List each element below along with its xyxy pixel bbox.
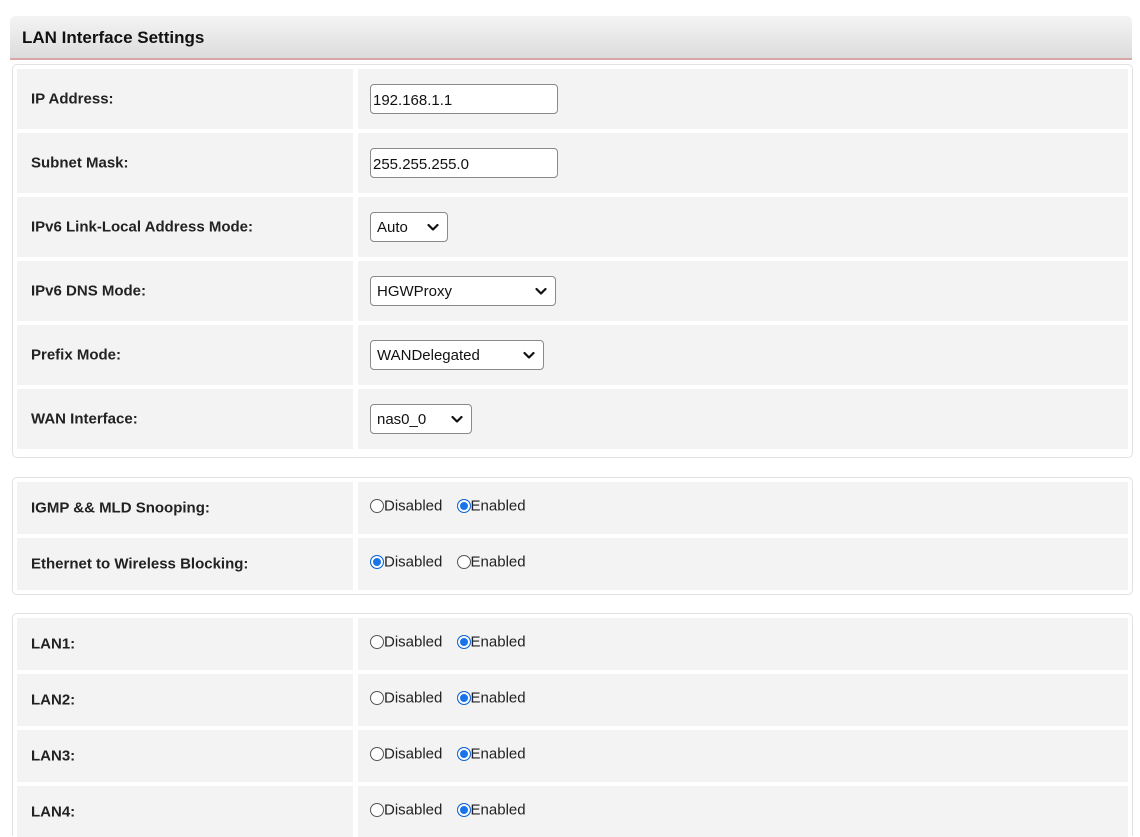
lan3-disabled-radio[interactable]: Disabled	[370, 745, 442, 763]
eth-wireless-blocking-row: Ethernet to Wireless Blocking: Disabled …	[13, 538, 1132, 590]
ip-address-label: IP Address:	[31, 90, 114, 108]
lan3-label: LAN3:	[31, 747, 76, 765]
chevron-down-icon	[451, 415, 463, 423]
prefix-mode-row: Prefix Mode: WANDelegated	[13, 325, 1132, 385]
section-header: LAN Interface Settings	[10, 16, 1132, 60]
subnet-mask-label: Subnet Mask:	[31, 154, 129, 172]
eth-wireless-blocking-disabled-radio[interactable]: Disabled	[370, 553, 442, 571]
igmp-mld-disabled-radio[interactable]: Disabled	[370, 497, 442, 515]
wan-interface-row: WAN Interface: nas0_0	[13, 389, 1132, 449]
prefix-mode-value: WANDelegated	[377, 347, 480, 364]
lan1-radio-group: Disabled Enabled	[370, 633, 536, 655]
eth-wireless-blocking-enabled-radio[interactable]: Enabled	[456, 553, 526, 571]
ipv6-link-local-label: IPv6 Link-Local Address Mode:	[31, 218, 253, 236]
lan2-enabled-radio[interactable]: Enabled	[456, 689, 526, 707]
ipv6-dns-label: IPv6 DNS Mode:	[31, 282, 147, 300]
lan4-row: LAN4: Disabled Enabled	[13, 786, 1132, 837]
igmp-mld-radio-group: Disabled Enabled	[370, 497, 536, 519]
lan2-row: LAN2: Disabled Enabled	[13, 674, 1132, 726]
lan4-enabled-radio[interactable]: Enabled	[456, 801, 526, 818]
ipv6-link-local-select[interactable]: Auto	[370, 212, 448, 242]
lan2-label: LAN2:	[31, 691, 76, 709]
ip-address-input[interactable]	[370, 84, 558, 114]
ipv6-link-local-row: IPv6 Link-Local Address Mode: Auto	[13, 197, 1132, 257]
snooping-section: IGMP && MLD Snooping: Disabled Enabled E…	[12, 477, 1133, 595]
chevron-down-icon	[427, 223, 439, 231]
lan4-radio-group: Disabled Enabled	[370, 801, 536, 823]
lan1-row: LAN1: Disabled Enabled	[13, 618, 1132, 670]
lan2-disabled-radio[interactable]: Disabled	[370, 689, 442, 707]
lan4-label: LAN4:	[31, 803, 76, 820]
wan-interface-select[interactable]: nas0_0	[370, 404, 472, 434]
igmp-mld-enabled-radio[interactable]: Enabled	[456, 497, 526, 515]
subnet-mask-row: Subnet Mask:	[13, 133, 1132, 193]
lan3-enabled-radio[interactable]: Enabled	[456, 745, 526, 763]
igmp-mld-label: IGMP && MLD Snooping:	[31, 499, 210, 517]
subnet-mask-input[interactable]	[370, 148, 558, 178]
lan1-label: LAN1:	[31, 635, 76, 653]
wan-interface-label: WAN Interface:	[31, 410, 138, 428]
ipv6-dns-value: HGWProxy	[377, 283, 452, 300]
lan-ports-section: LAN1: Disabled Enabled LAN2: Disabled En…	[12, 613, 1133, 837]
wan-interface-value: nas0_0	[377, 411, 427, 428]
prefix-mode-select[interactable]: WANDelegated	[370, 340, 544, 370]
eth-wireless-blocking-radio-group: Disabled Enabled	[370, 553, 536, 575]
igmp-mld-row: IGMP && MLD Snooping: Disabled Enabled	[13, 482, 1132, 534]
lan-address-section: IP Address: Subnet Mask: IPv6 Link-Local…	[12, 64, 1133, 458]
eth-wireless-blocking-label: Ethernet to Wireless Blocking:	[31, 555, 249, 573]
prefix-mode-label: Prefix Mode:	[31, 346, 122, 364]
page-title: LAN Interface Settings	[22, 28, 205, 47]
ipv6-dns-row: IPv6 DNS Mode: HGWProxy	[13, 261, 1132, 321]
ip-address-row: IP Address:	[13, 69, 1132, 129]
lan1-disabled-radio[interactable]: Disabled	[370, 633, 442, 651]
chevron-down-icon	[523, 351, 535, 359]
lan4-disabled-radio[interactable]: Disabled	[370, 801, 442, 818]
ipv6-link-local-value: Auto	[377, 219, 408, 236]
lan3-radio-group: Disabled Enabled	[370, 745, 536, 767]
ipv6-dns-select[interactable]: HGWProxy	[370, 276, 556, 306]
lan2-radio-group: Disabled Enabled	[370, 689, 536, 711]
chevron-down-icon	[535, 287, 547, 295]
lan3-row: LAN3: Disabled Enabled	[13, 730, 1132, 782]
lan1-enabled-radio[interactable]: Enabled	[456, 633, 526, 651]
